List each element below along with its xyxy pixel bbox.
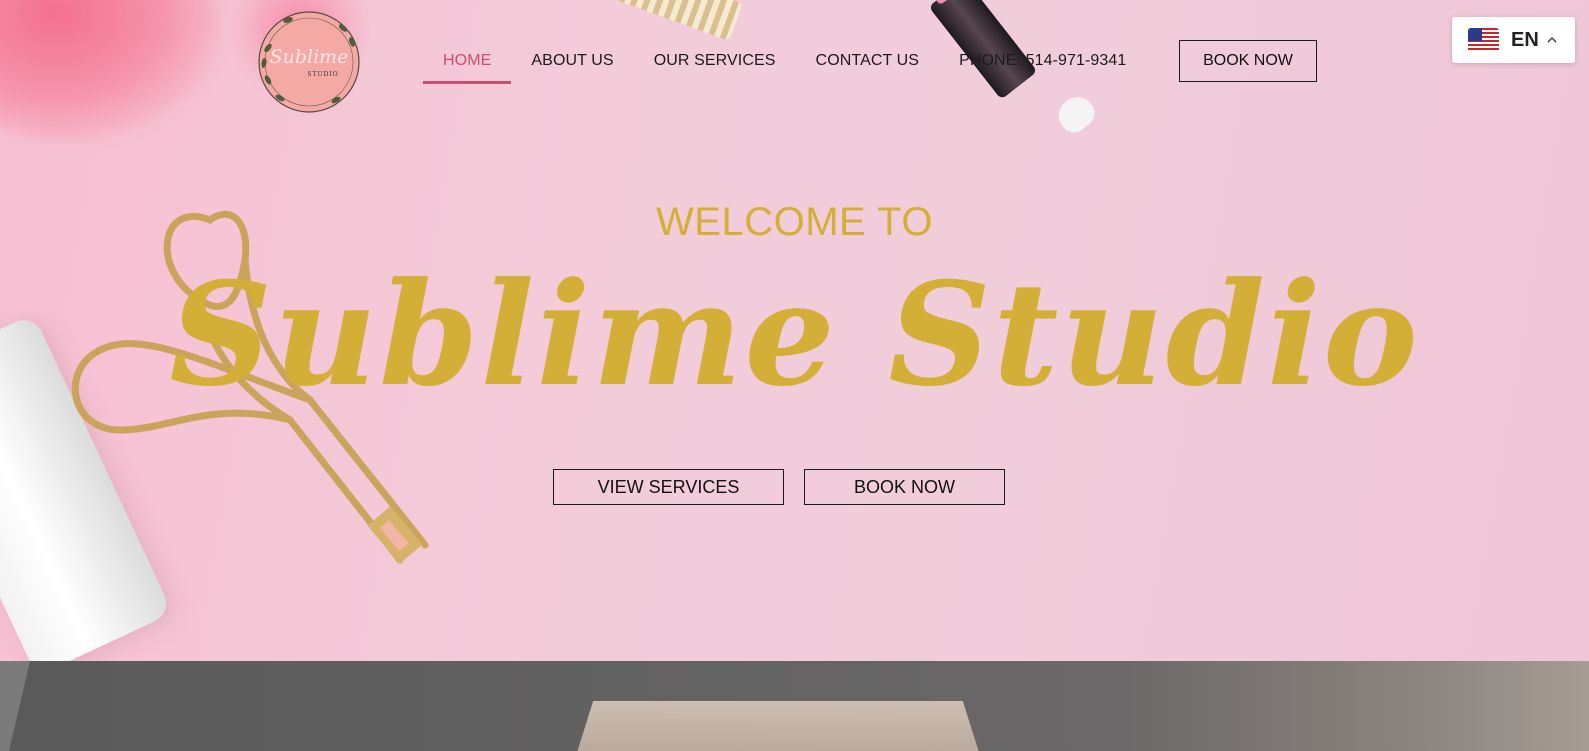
nav-phone[interactable]: PHONE: 514-971-9341 — [939, 50, 1146, 84]
gold-makeup-tool-image — [607, 0, 743, 42]
brand-title: Sublime Studio — [169, 252, 1420, 418]
welcome-heading: WELCOME TO — [656, 200, 933, 244]
sublime-studio-logo[interactable]: Sublime STUDIO — [248, 8, 370, 116]
nav-our-services[interactable]: OUR SERVICES — [634, 50, 796, 84]
logo-script-text: Sublime — [270, 46, 349, 68]
view-services-button[interactable]: VIEW SERVICES — [553, 469, 784, 505]
header-book-now-button[interactable]: BOOK NOW — [1179, 40, 1317, 82]
product-box-image — [568, 701, 988, 751]
nav-home[interactable]: HOME — [423, 50, 512, 84]
hero-book-now-button[interactable]: BOOK NOW — [804, 469, 1005, 505]
main-nav: HOME ABOUT US OUR SERVICES CONTACT US PH… — [423, 50, 1146, 86]
us-flag-icon — [1468, 28, 1499, 52]
language-code: EN — [1511, 28, 1539, 51]
makeup-brush-tip-image — [1051, 90, 1101, 138]
nav-contact-us[interactable]: CONTACT US — [796, 50, 940, 84]
chevron-up-icon — [1547, 36, 1557, 43]
next-section-preview — [0, 661, 1589, 751]
pink-fur-decoration — [0, 0, 220, 140]
language-selector[interactable]: EN — [1452, 17, 1575, 63]
band-shade-decoration — [0, 661, 30, 751]
logo-caption-text: STUDIO — [307, 71, 338, 78]
nav-about-us[interactable]: ABOUT US — [511, 50, 633, 84]
